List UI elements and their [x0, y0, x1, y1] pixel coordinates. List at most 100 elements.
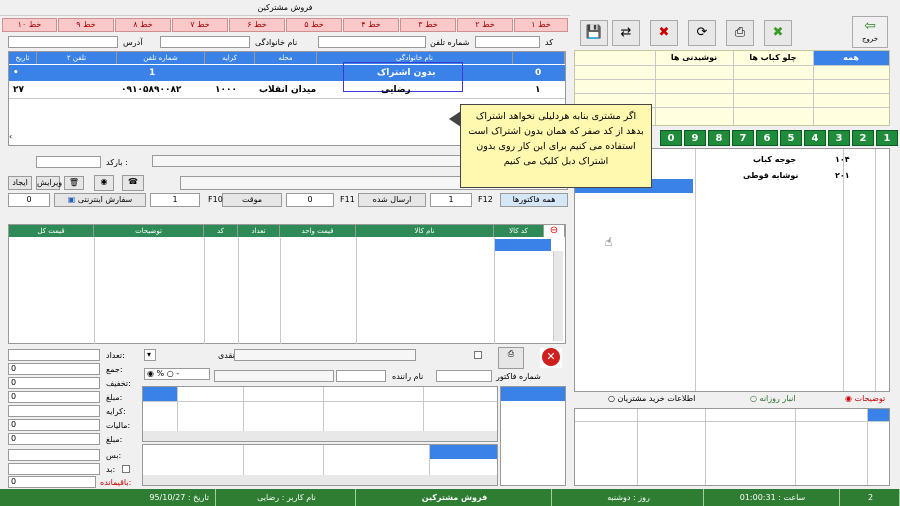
total-field[interactable]: 0: [8, 391, 100, 403]
col-header[interactable]: شماره تلفن: [117, 52, 205, 64]
number-button-9[interactable]: 9: [684, 130, 706, 146]
number-button-5[interactable]: 5: [780, 130, 802, 146]
tab-line-1[interactable]: خط ۱: [514, 18, 568, 32]
number-button-6[interactable]: 6: [756, 130, 778, 146]
number-button-4[interactable]: 4: [804, 130, 826, 146]
info-grid-selected[interactable]: [867, 409, 889, 421]
number-button-0[interactable]: 0: [660, 130, 682, 146]
extra-grid-selected[interactable]: [429, 445, 497, 459]
total-field[interactable]: 0: [8, 377, 100, 389]
number-button-7[interactable]: 7: [732, 130, 754, 146]
delete-invoice-button[interactable]: ✖: [650, 20, 678, 46]
discount-field[interactable]: [214, 370, 334, 382]
total-field[interactable]: [8, 349, 100, 361]
tab-line-4[interactable]: خط ۴: [343, 18, 399, 32]
total-field[interactable]: [8, 463, 100, 475]
internet-button[interactable]: ◉: [94, 175, 114, 191]
product-name: نوشابه قوطی: [743, 171, 799, 180]
total-field[interactable]: 0: [8, 433, 100, 445]
save-button[interactable]: 💾: [580, 20, 608, 46]
table-row[interactable]: • 1 بدون اشتراک 0: [9, 65, 565, 81]
tab-line-6[interactable]: خط ۶: [229, 18, 285, 32]
total-checkbox[interactable]: [122, 465, 130, 473]
cash-field[interactable]: [234, 349, 416, 361]
total-field[interactable]: 0: [8, 363, 100, 375]
tab-line-2[interactable]: خط ۲: [457, 18, 513, 32]
category-kebab[interactable]: چلو کباب ها: [733, 51, 813, 65]
total-field[interactable]: [8, 449, 100, 461]
payment-grid: [142, 386, 498, 442]
col-header[interactable]: کرایه: [205, 52, 255, 64]
radio-percent[interactable]: ◉: [147, 369, 154, 378]
payment-grid-hscroll[interactable]: [143, 431, 497, 441]
invoice-checkbox[interactable]: [474, 351, 482, 359]
col-header[interactable]: محله: [255, 52, 317, 64]
family-field[interactable]: [160, 36, 250, 48]
create-button[interactable]: ایجاد: [8, 176, 32, 190]
cancel-invoice-button[interactable]: ✕: [540, 348, 562, 368]
product-row[interactable]: ۲۰۱ نوشابه قوطی: [695, 169, 889, 183]
phone-button[interactable]: ☎: [122, 175, 144, 191]
transfer-button[interactable]: ⇄: [612, 20, 640, 46]
radio-customer-purchases[interactable]: ○ اطلاعات خرید مشتریان: [608, 394, 695, 403]
category-drinks[interactable]: نوشیدنی ها: [655, 51, 733, 65]
discount-mode[interactable]: ◉ % ○ -: [144, 368, 210, 380]
scroll-left-arrow[interactable]: ‹: [9, 132, 12, 141]
product-row[interactable]: ۱۰۴ جوجه کباب: [695, 153, 889, 167]
tools-button[interactable]: ✖: [764, 20, 792, 46]
payment-grid-selected[interactable]: [143, 387, 177, 401]
address-field[interactable]: [8, 36, 118, 48]
tab-sent[interactable]: ارسال شده: [358, 193, 426, 207]
tab-line-5[interactable]: خط ۵: [286, 18, 342, 32]
total-field[interactable]: [8, 405, 100, 417]
category-all[interactable]: همه: [813, 51, 889, 65]
cash-type-select[interactable]: ▾: [144, 349, 156, 361]
left-search-field[interactable]: [36, 156, 101, 168]
col-header[interactable]: قیمت کل: [9, 225, 94, 237]
number-button-3[interactable]: 3: [828, 130, 850, 146]
radio-minus[interactable]: ○: [167, 369, 174, 378]
phone-field[interactable]: [318, 36, 426, 48]
radio-notes[interactable]: ◉ توضیحات: [845, 394, 885, 403]
print-button[interactable]: ⎙: [726, 20, 754, 46]
items-scrollbar[interactable]: [553, 251, 563, 341]
edit-button[interactable]: ویرایش: [36, 176, 62, 190]
exit-button[interactable]: ⇦ خروج: [852, 16, 888, 48]
col-header[interactable]: تاریخ: [9, 52, 37, 64]
product-name: جوجه کباب: [753, 155, 797, 164]
tab-line-9[interactable]: خط ۹: [58, 18, 114, 32]
number-button-1[interactable]: 1: [876, 130, 898, 146]
invoice-number-field[interactable]: [436, 370, 492, 382]
col-header[interactable]: تعداد: [238, 225, 280, 237]
col-header[interactable]: [513, 52, 565, 64]
side-grid-selected[interactable]: [501, 387, 565, 401]
tab-internet-orders[interactable]: ▣ سفارش اینترنتی: [54, 193, 146, 207]
driver-field[interactable]: [336, 370, 386, 382]
col-header[interactable]: تلفن ۲: [37, 52, 117, 64]
print-invoice-button[interactable]: ⎙: [498, 347, 524, 369]
col-header[interactable]: نام کالا: [356, 225, 494, 237]
table-row[interactable]: ۲۷ ۰۹۱۰۵۸۹۰۰۸۲ ۱۰۰۰ میدان انقلاب رضایی ۱: [9, 82, 565, 98]
tab-line-8[interactable]: خط ۸: [115, 18, 171, 32]
total-field[interactable]: 0: [8, 476, 96, 488]
tab-temporary[interactable]: موقت: [222, 193, 282, 207]
delete-button[interactable]: 🗑: [64, 176, 84, 190]
col-header[interactable]: کد کالا: [494, 225, 544, 237]
remove-row-icon[interactable]: ⊖: [544, 225, 565, 237]
radio-daily-stock[interactable]: ○ انبار روزانه: [750, 394, 796, 403]
number-button-2[interactable]: 2: [852, 130, 874, 146]
refresh-icon: ⟳: [696, 25, 708, 40]
code-field[interactable]: [475, 36, 540, 48]
tab-line-10[interactable]: خط ۱۰: [2, 18, 57, 32]
col-header[interactable]: قیمت واحد: [280, 225, 356, 237]
items-selected-cell[interactable]: [495, 239, 551, 251]
tab-all-invoices[interactable]: همه فاکتورها: [500, 193, 568, 207]
col-header[interactable]: توضیحات: [94, 225, 204, 237]
number-button-8[interactable]: 8: [708, 130, 730, 146]
col-header[interactable]: کد: [204, 225, 238, 237]
extra-grid-hscroll[interactable]: [143, 475, 497, 485]
total-field[interactable]: 0: [8, 419, 100, 431]
tab-line-7[interactable]: خط ۷: [172, 18, 228, 32]
tab-line-3[interactable]: خط ۳: [400, 18, 456, 32]
refresh-button[interactable]: ⟳: [688, 20, 716, 46]
